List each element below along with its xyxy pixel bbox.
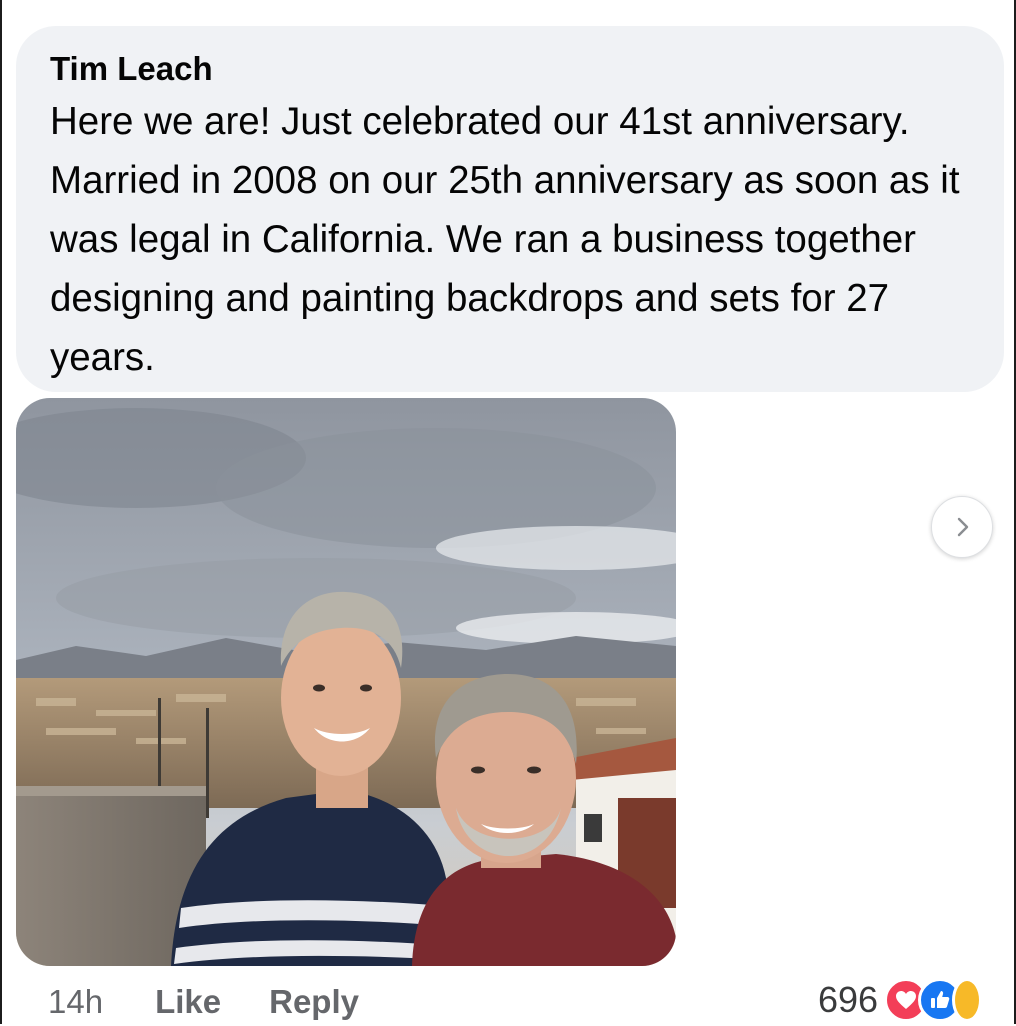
- comment-author[interactable]: Tim Leach: [50, 50, 968, 88]
- frame-left-edge: [0, 0, 2, 1024]
- comment-actions: 14h Like Reply: [48, 978, 407, 1026]
- haha-icon: [952, 978, 983, 1022]
- reaction-count: 696: [818, 979, 879, 1020]
- like-button[interactable]: Like: [155, 983, 221, 1021]
- comment-timestamp[interactable]: 14h: [48, 983, 103, 1021]
- reply-button[interactable]: Reply: [269, 983, 359, 1021]
- photo-illustration: [16, 398, 676, 966]
- next-photo-button[interactable]: [931, 496, 993, 558]
- comment-text: Here we are! Just celebrated our 41st an…: [50, 100, 960, 379]
- reaction-summary[interactable]: 696: [818, 976, 983, 1024]
- chevron-right-icon: [957, 517, 969, 537]
- comment-photo[interactable]: [16, 398, 676, 966]
- comment-bubble: Tim Leach Here we are! Just celebrated o…: [16, 26, 1004, 392]
